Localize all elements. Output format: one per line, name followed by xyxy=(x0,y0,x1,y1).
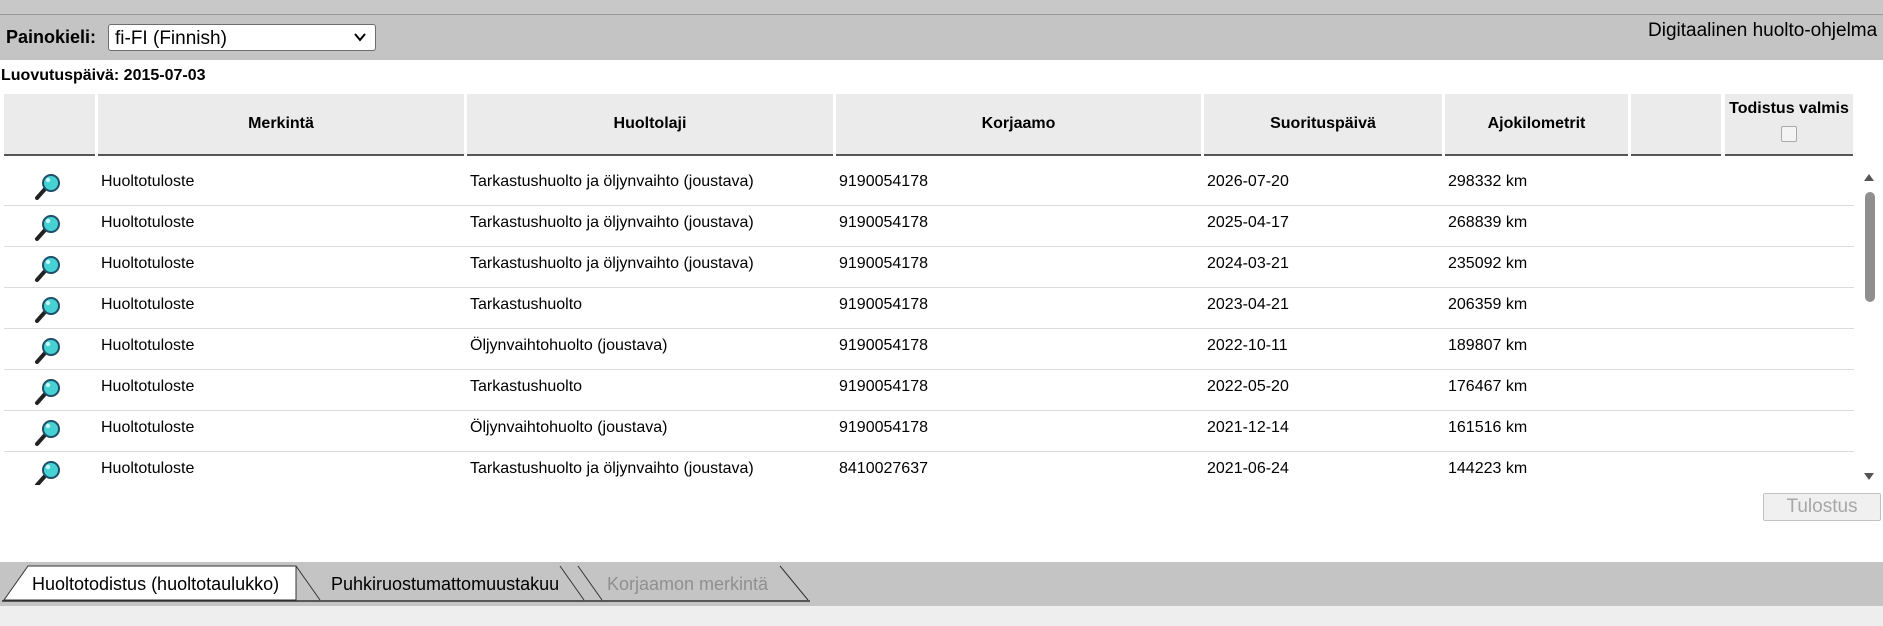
tab-rust-warranty[interactable]: Puhkiruostumattomuustakuu xyxy=(331,574,559,595)
cell-km: 189807 km xyxy=(1448,337,1528,354)
cell-km: 268839 km xyxy=(1448,214,1528,231)
cell-workshop: 9190054178 xyxy=(839,214,928,231)
magnifier-icon[interactable] xyxy=(34,295,62,323)
magnifier-icon[interactable] xyxy=(34,336,62,364)
cell-km: 206359 km xyxy=(1448,296,1528,313)
tab-workshop-entry: Korjaamon merkintä xyxy=(607,574,769,594)
cell-workshop: 8410027637 xyxy=(839,460,928,477)
table-row[interactable]: Huoltotuloste Tarkastushuolto ja öljynvai… xyxy=(4,164,1854,206)
cell-entry: Huoltotuloste xyxy=(101,378,195,395)
table-row[interactable]: Huoltotuloste Tarkastushuolto ja öljynvai… xyxy=(4,451,1854,485)
cell-entry: Huoltotuloste xyxy=(101,255,195,272)
cell-km: 176467 km xyxy=(1448,378,1528,395)
cell-workshop: 9190054178 xyxy=(839,255,928,272)
cell-entry: Huoltotuloste xyxy=(101,214,195,231)
cell-date: 2021-12-14 xyxy=(1207,419,1289,436)
scroll-up-arrow[interactable] xyxy=(1864,174,1874,181)
tab-service-certificate[interactable]: Huoltotodistus (huoltotaulukko) xyxy=(32,574,279,595)
cell-km: 298332 km xyxy=(1448,173,1528,190)
cell-entry: Huoltotuloste xyxy=(101,337,195,354)
cell-workshop: 9190054178 xyxy=(839,173,928,190)
cell-date: 2023-04-21 xyxy=(1207,296,1289,313)
cell-date: 2022-10-11 xyxy=(1207,337,1288,354)
cell-workshop: 9190054178 xyxy=(839,378,928,395)
cell-workshop: 9190054178 xyxy=(839,419,928,436)
column-header-workshop[interactable]: Korjaamo xyxy=(836,94,1201,156)
cell-date: 2025-04-17 xyxy=(1207,214,1289,231)
cell-service-type: Öljynvaihtohuolto (joustava) xyxy=(470,419,668,436)
table-row[interactable]: Huoltotuloste Öljynvaihtohuolto (joustava… xyxy=(4,328,1854,370)
cell-entry: Huoltotuloste xyxy=(101,419,195,436)
language-select[interactable]: fi-FI (Finnish) xyxy=(108,24,376,51)
table-row[interactable]: Huoltotuloste Tarkastushuolto 9190054178 20… xyxy=(4,287,1854,329)
cell-workshop: 9190054178 xyxy=(839,296,928,313)
cell-km: 235092 km xyxy=(1448,255,1528,272)
cell-date: 2026-07-20 xyxy=(1207,173,1289,190)
column-header-icon xyxy=(4,94,95,156)
cell-service-type: Tarkastushuolto ja öljynvaihto (joustava… xyxy=(470,214,754,231)
magnifier-icon[interactable] xyxy=(34,418,62,446)
cell-service-type: Tarkastushuolto ja öljynvaihto (joustava… xyxy=(470,460,754,477)
column-header-km[interactable]: Ajokilometrit xyxy=(1445,94,1628,156)
cell-date: 2022-05-20 xyxy=(1207,378,1289,395)
cell-service-type: Öljynvaihtohuolto (joustava) xyxy=(470,337,668,354)
cell-service-type: Tarkastushuolto xyxy=(470,296,583,313)
chevron-down-icon xyxy=(354,33,366,42)
scroll-thumb[interactable] xyxy=(1865,192,1875,302)
magnifier-icon[interactable] xyxy=(34,377,62,405)
magnifier-icon[interactable] xyxy=(34,213,62,241)
column-header-extra xyxy=(1631,94,1721,156)
print-button[interactable]: Tulostus xyxy=(1763,493,1881,521)
cell-km: 161516 km xyxy=(1448,419,1528,436)
column-header-date[interactable]: Suorituspäivä xyxy=(1204,94,1442,156)
table-row[interactable]: Huoltotuloste Tarkastushuolto 9190054178 20… xyxy=(4,369,1854,411)
column-header-entry[interactable]: Merkintä xyxy=(98,94,464,156)
bottom-strip xyxy=(0,606,1883,626)
cell-workshop: 9190054178 xyxy=(839,337,928,354)
cell-km: 144223 km xyxy=(1448,460,1528,477)
app-title: Digitaalinen huolto-ohjelma xyxy=(1648,20,1878,41)
top-strip xyxy=(0,0,1883,15)
select-all-checkbox[interactable] xyxy=(1781,126,1797,142)
table-row[interactable]: Huoltotuloste Tarkastushuolto ja öljynvai… xyxy=(4,205,1854,247)
magnifier-icon[interactable] xyxy=(34,254,62,282)
column-header-service-type[interactable]: Huoltolaji xyxy=(467,94,833,156)
delivery-date: Luovutuspäivä: 2015-07-03 xyxy=(1,67,206,84)
cell-service-type: Tarkastushuolto ja öljynvaihto (joustava… xyxy=(470,173,754,190)
magnifier-icon[interactable] xyxy=(34,172,62,200)
table-row[interactable]: Huoltotuloste Tarkastushuolto ja öljynvai… xyxy=(4,246,1854,288)
magnifier-icon[interactable] xyxy=(34,459,62,485)
cell-service-type: Tarkastushuolto xyxy=(470,378,583,395)
table-scrollbar[interactable] xyxy=(1862,170,1876,482)
cell-service-type: Tarkastushuolto ja öljynvaihto (joustava… xyxy=(470,255,754,272)
column-header-certificate: Todistus valmis xyxy=(1725,94,1853,156)
cell-date: 2021-06-24 xyxy=(1207,460,1289,477)
service-table-body: Huoltotuloste Tarkastushuolto ja öljynvai… xyxy=(0,164,1854,485)
table-row[interactable]: Huoltotuloste Öljynvaihtohuolto (joustava… xyxy=(4,410,1854,452)
cell-entry: Huoltotuloste xyxy=(101,460,195,477)
cell-entry: Huoltotuloste xyxy=(101,173,195,190)
scroll-down-arrow[interactable] xyxy=(1864,473,1874,480)
language-select-value: fi-FI (Finnish) xyxy=(115,28,227,49)
cell-entry: Huoltotuloste xyxy=(101,296,195,313)
language-label: Painokieli: xyxy=(6,27,97,47)
cell-date: 2024-03-21 xyxy=(1207,255,1289,272)
